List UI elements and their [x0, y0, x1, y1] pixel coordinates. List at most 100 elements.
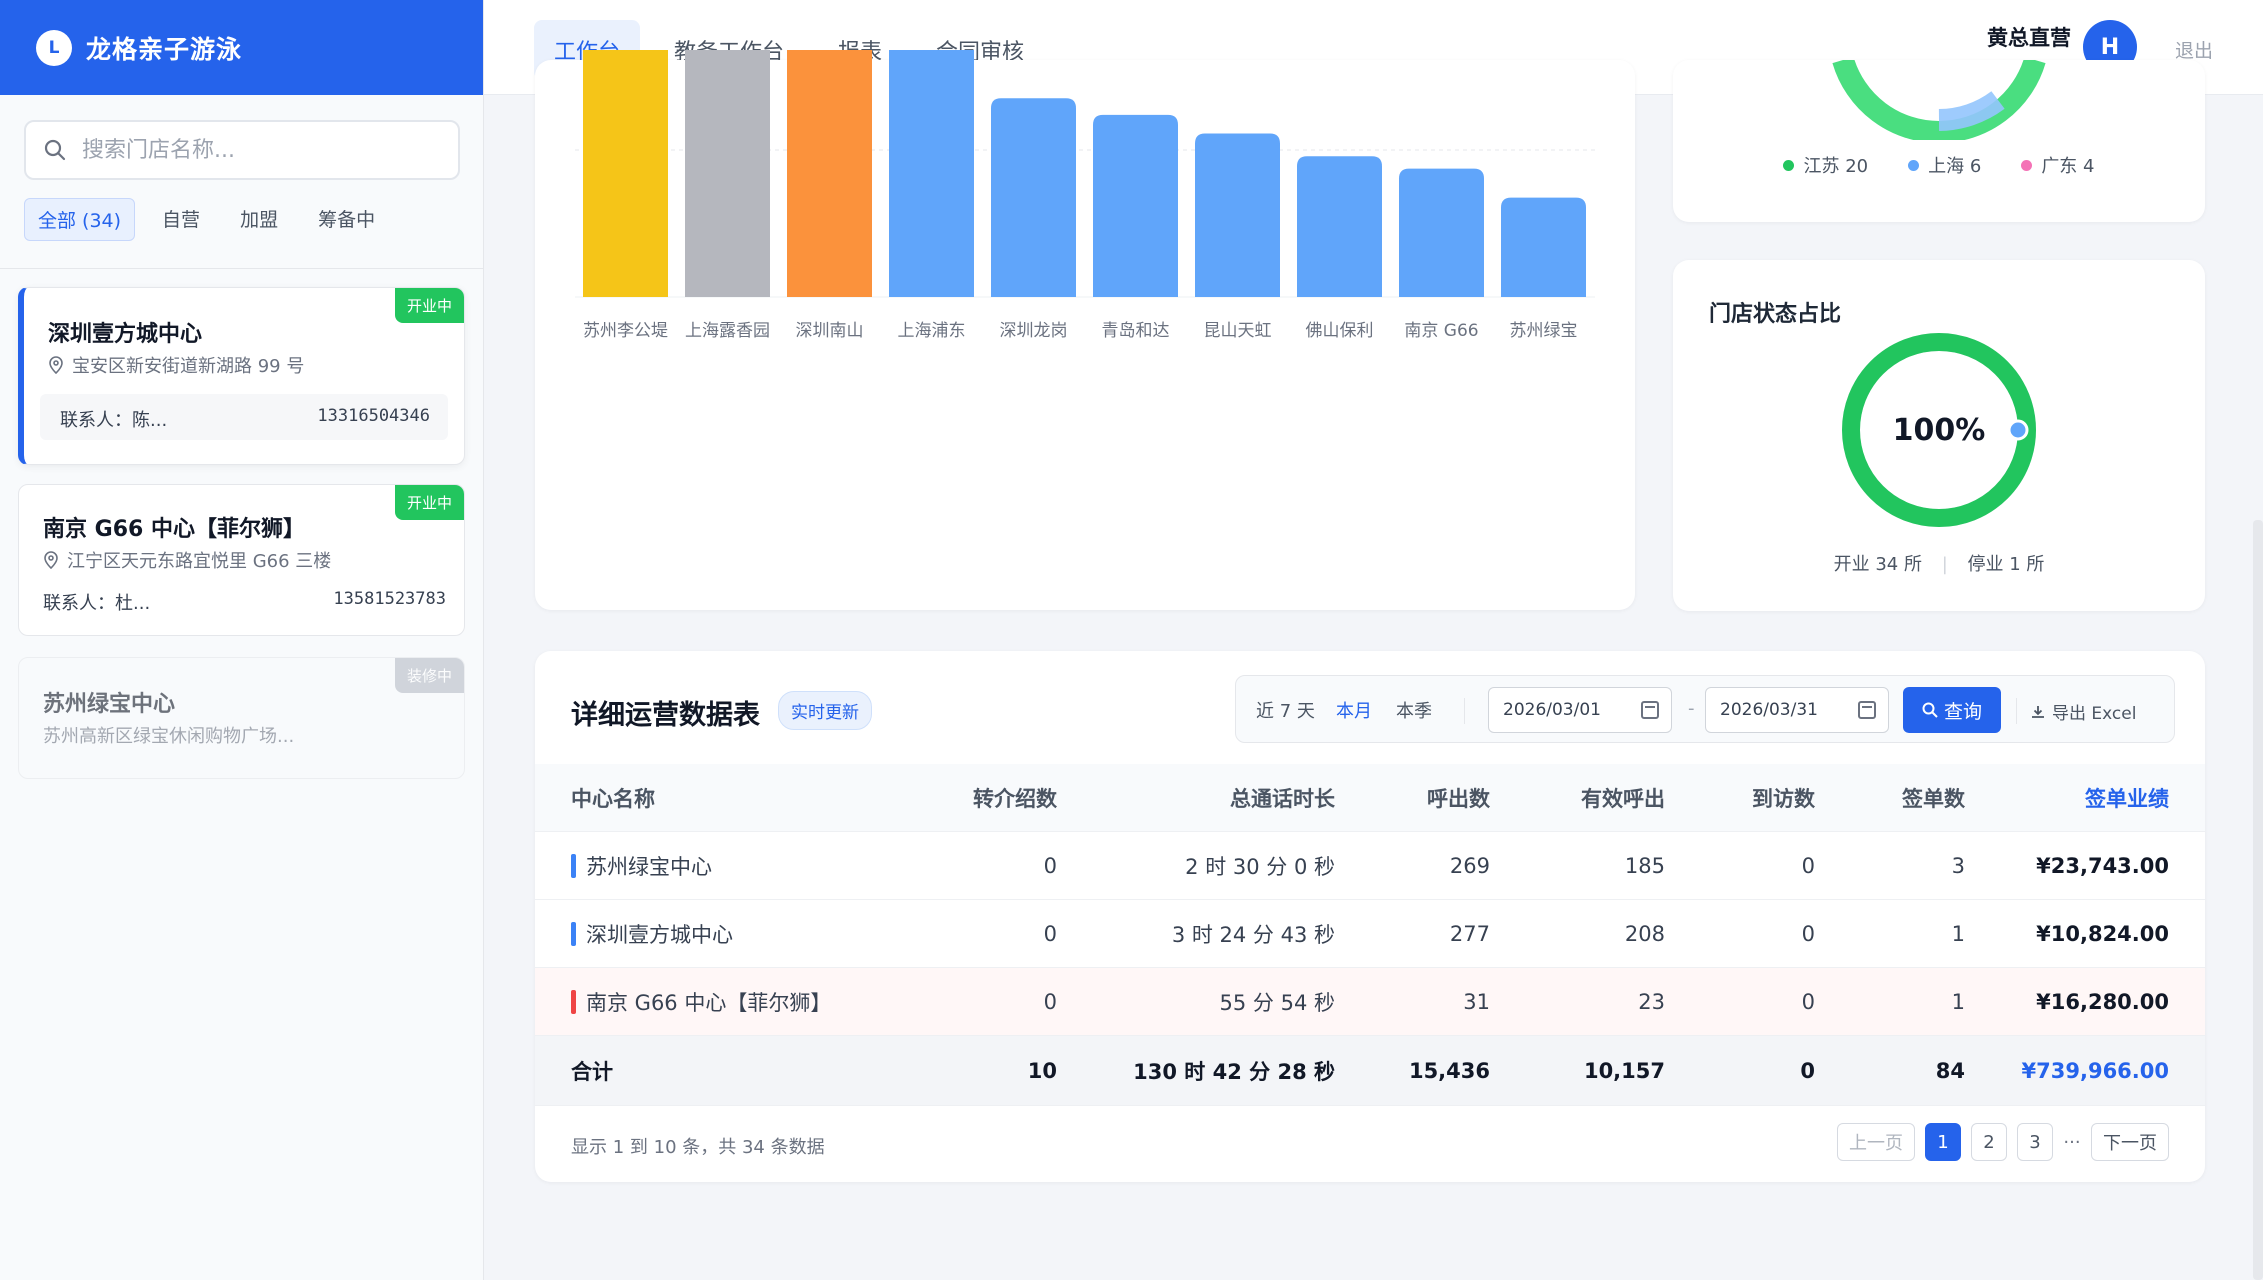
contact-phone: 13581523783 — [333, 589, 446, 609]
open-count: 开业 34 所 — [1833, 554, 1922, 575]
query-button[interactable]: 查询 — [1903, 687, 2001, 733]
table-row[interactable]: 深圳壹方城中心 0 3 时 24 分 43 秒 277 208 0 1 ¥10,… — [535, 900, 2205, 968]
center-name: 南京 G66 中心【菲尔狮】 — [586, 990, 832, 1015]
store-name: 深圳壹方城中心 — [48, 322, 203, 347]
center-name: 苏州绿宝中心 — [586, 854, 712, 879]
legend-dot — [2021, 159, 2033, 171]
status-badge: 开业中 — [394, 288, 464, 323]
region-legend: 江苏 20 上海 6 广东 4 — [1673, 152, 2205, 178]
row-marker — [571, 853, 576, 878]
store-address: 苏州高新区绿宝休闲购物广场... — [43, 722, 294, 748]
operations-table-panel: 详细运营数据表 实时更新 近 7 天 本月 本季 2026/03/01 - 20… — [535, 651, 2205, 1182]
export-excel-button[interactable]: 导出 Excel — [2030, 699, 2136, 724]
visits-cell: 0 — [1801, 853, 1815, 878]
range-7-days[interactable]: 近 7 天 — [1256, 697, 1315, 723]
effective-cell: 208 — [1624, 921, 1665, 946]
bar-6[interactable] — [1093, 114, 1178, 297]
store-search-input[interactable] — [82, 137, 442, 163]
store-card-nanjing[interactable]: 开业中 南京 G66 中心【菲尔狮】 江宁区天元东路宜悦里 G66 三楼 联系人… — [18, 484, 465, 636]
table-total-row: 合计 10 130 时 42 分 28 秒 15,436 10,157 0 84… — [535, 1036, 2205, 1106]
region-distribution-panel: 江苏 20 上海 6 广东 4 — [1673, 60, 2205, 222]
signed-cell: 1 — [1951, 989, 1965, 1014]
bar-5[interactable] — [991, 98, 1076, 297]
x-tick-label: 深圳南山 — [796, 321, 864, 341]
bar-4[interactable] — [889, 50, 974, 297]
range-this-month[interactable]: 本月 — [1336, 697, 1372, 723]
page-2-button[interactable]: 2 — [1971, 1123, 2007, 1161]
bar-3[interactable] — [787, 50, 872, 297]
store-card-shenzhen[interactable]: 开业中 深圳壹方城中心 宝安区新安街道新湖路 99 号 联系人：陈... 133… — [18, 287, 465, 465]
date-to-input[interactable]: 2026/03/31 — [1705, 687, 1889, 733]
signed-cell: 3 — [1951, 853, 1965, 878]
store-address-text: 宝安区新安街道新湖路 99 号 — [72, 356, 305, 377]
effective-cell: 185 — [1624, 853, 1665, 878]
col-signed-amount[interactable]: 签单业绩 — [2085, 783, 2169, 813]
download-icon — [2032, 705, 2044, 718]
filter-all[interactable]: 全部 (34) — [24, 198, 136, 241]
divider — [2016, 698, 2017, 724]
col-outbound: 呼出数 — [1427, 786, 1490, 811]
legend-dot — [1783, 159, 1795, 171]
x-tick-label: 上海浦东 — [898, 321, 966, 341]
filter-franchise[interactable]: 加盟 — [227, 198, 291, 241]
total-visits: 0 — [1800, 1058, 1815, 1083]
range-this-quarter[interactable]: 本季 — [1396, 697, 1432, 723]
page-scrollbar[interactable] — [2253, 520, 2263, 1280]
bar-7[interactable] — [1195, 133, 1280, 297]
center-name: 深圳壹方城中心 — [586, 922, 733, 947]
sidebar: L 龙格亲子游泳 全部 (34) 自营 加盟 筹备中 开业中 深圳壹方城中心 宝… — [0, 0, 484, 1280]
status-donut-marker — [2007, 419, 2029, 441]
duration-cell: 2 时 30 分 0 秒 — [1185, 854, 1335, 879]
table-title: 详细运营数据表 — [571, 700, 760, 731]
page-3-button[interactable]: 3 — [2017, 1123, 2053, 1161]
x-tick-label: 深圳龙岗 — [1000, 321, 1068, 341]
export-label: 导出 Excel — [2052, 704, 2137, 724]
table-row[interactable]: 苏州绿宝中心 0 2 时 30 分 0 秒 269 185 0 3 ¥23,74… — [535, 832, 2205, 900]
x-tick-label: 上海露香园 — [685, 321, 770, 341]
bar-2[interactable] — [685, 50, 770, 297]
referral-cell: 0 — [1043, 989, 1057, 1014]
region-donut-clip — [1673, 60, 2205, 140]
signed-cell: 1 — [1951, 921, 1965, 946]
filter-preparing[interactable]: 筹备中 — [305, 198, 388, 241]
filter-self-run[interactable]: 自营 — [149, 198, 213, 241]
x-tick-label: 苏州绿宝 — [1510, 321, 1578, 341]
search-icon — [44, 139, 66, 161]
status-summary: 开业 34 所 | 停业 1 所 — [1673, 550, 2205, 576]
location-pin-icon — [49, 356, 63, 374]
bar-8[interactable] — [1297, 156, 1382, 297]
legend-jiangsu: 江苏 20 — [1783, 152, 1868, 178]
store-search-box[interactable] — [24, 120, 460, 180]
date-from-input[interactable]: 2026/03/01 — [1488, 687, 1672, 733]
duration-cell: 3 时 24 分 43 秒 — [1171, 922, 1335, 947]
location-pin-icon — [44, 551, 58, 569]
date-from-value: 2026/03/01 — [1503, 700, 1601, 720]
operations-table: 中心名称 转介绍数 总通话时长 呼出数 有效呼出 到访数 签单数 签单业绩 苏州… — [535, 764, 2205, 1106]
legend-shanghai: 上海 6 — [1908, 152, 1981, 178]
legend-dot — [1908, 159, 1920, 171]
logout-link[interactable]: 退出 — [2175, 36, 2213, 63]
prev-page-button[interactable]: 上一页 — [1837, 1123, 1915, 1161]
legend-label: 江苏 20 — [1803, 156, 1869, 177]
col-effective-outbound: 有效呼出 — [1581, 786, 1665, 811]
page-1-button[interactable]: 1 — [1925, 1123, 1961, 1161]
store-filter-tabs: 全部 (34) 自营 加盟 筹备中 — [24, 198, 388, 241]
store-card-suzhou[interactable]: 装修中 苏州绿宝中心 苏州高新区绿宝休闲购物广场... — [18, 657, 465, 779]
col-visits: 到访数 — [1752, 786, 1815, 811]
calendar-icon — [1858, 701, 1876, 719]
duration-cell: 55 分 54 秒 — [1219, 990, 1335, 1015]
contact-person: 联系人：杜... — [43, 593, 151, 614]
table-row[interactable]: 南京 G66 中心【菲尔狮】 0 55 分 54 秒 31 23 0 1 ¥16… — [535, 968, 2205, 1036]
user-name: 黄总直营 — [1987, 26, 2071, 50]
bar-9[interactable] — [1399, 168, 1484, 297]
x-tick-label: 苏州李公堤 — [583, 321, 668, 341]
bar-1[interactable] — [583, 50, 668, 297]
bar-10[interactable] — [1501, 197, 1586, 297]
date-range-dash: - — [1688, 698, 1695, 719]
total-label: 合计 — [571, 1059, 613, 1084]
effective-cell: 23 — [1638, 989, 1665, 1014]
next-page-button[interactable]: 下一页 — [2091, 1123, 2169, 1161]
search-icon — [1922, 702, 1938, 718]
store-address-text: 苏州高新区绿宝休闲购物广场... — [43, 726, 295, 747]
store-status-panel: 门店状态占比 100% 开业 34 所 | 停业 1 所 — [1673, 260, 2205, 611]
